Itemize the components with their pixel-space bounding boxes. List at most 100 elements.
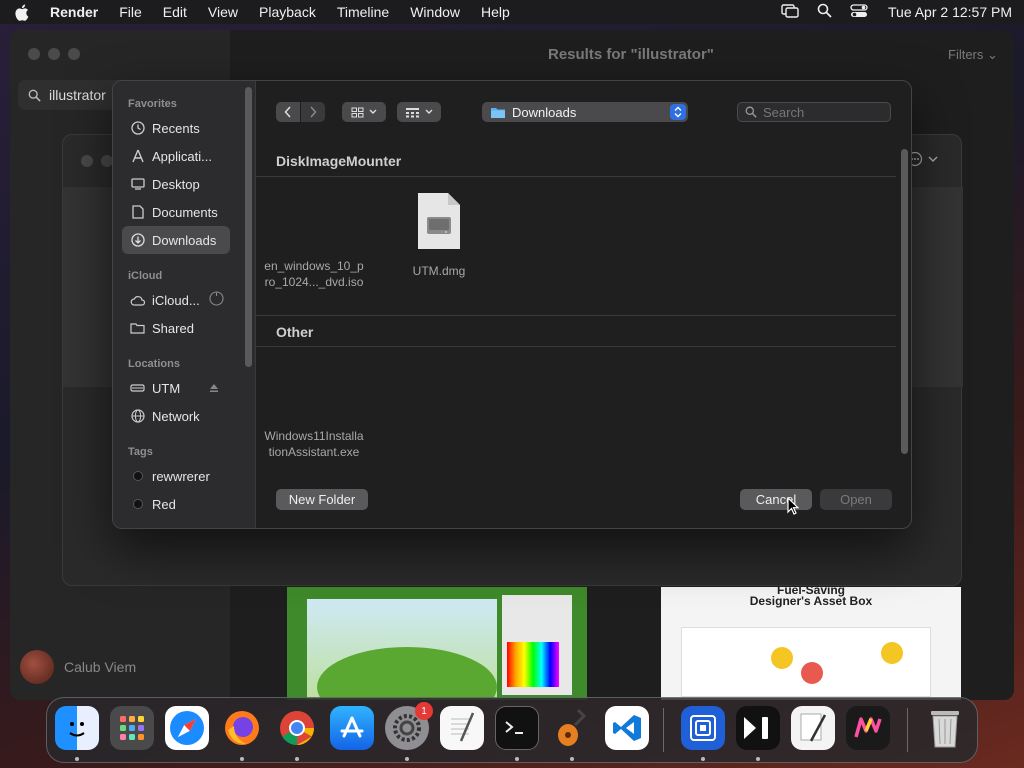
chevron-right-icon — [310, 106, 317, 118]
progress-ring-icon — [209, 291, 224, 309]
sidebar-item-utm[interactable]: UTM — [122, 374, 230, 402]
sidebar-item-label: Network — [152, 408, 200, 424]
navigation-buttons — [276, 102, 325, 122]
sidebar-item-documents[interactable]: Documents — [122, 198, 230, 226]
chrome-icon[interactable] — [275, 706, 319, 750]
avatar — [20, 650, 54, 684]
sidebar-item-label: Downloads — [152, 232, 217, 248]
menu-view[interactable]: View — [208, 4, 238, 20]
file-item-utm-dmg[interactable]: UTM.dmg — [384, 191, 494, 279]
sidebar-item-label: UTM — [152, 380, 181, 396]
search-input[interactable] — [763, 104, 883, 120]
running-indicator — [515, 757, 519, 761]
sidebar-scrollbar[interactable] — [245, 87, 252, 367]
terminal-icon[interactable] — [495, 706, 539, 750]
running-indicator — [240, 757, 244, 761]
background-filters-button[interactable]: Filters ⌄ — [948, 47, 998, 63]
group-by-button[interactable] — [397, 102, 441, 122]
trash-icon[interactable] — [923, 706, 967, 750]
spotlight-search-icon[interactable] — [817, 3, 832, 21]
finder-icon[interactable] — [55, 706, 99, 750]
icon-view-button[interactable] — [342, 102, 386, 122]
miro-icon[interactable] — [846, 706, 890, 750]
file-item-windows10-iso[interactable]: en_windows_10_p ro_1024..._dvd.iso — [259, 258, 369, 290]
sidebar-item-icloud-drive[interactable]: iCloud... — [122, 286, 234, 314]
group-header-diskimagemounter: DiskImageMounter — [256, 145, 896, 177]
folder-icon — [491, 107, 505, 118]
safari-icon[interactable] — [165, 706, 209, 750]
menu-bar: Render File Edit View Playback Timeline … — [0, 0, 1024, 24]
thumbnail-title-line2: Designer's Asset Box — [749, 594, 873, 608]
sidebar-item-desktop[interactable]: Desktop — [122, 170, 230, 198]
system-settings-icon[interactable]: 1 — [385, 702, 433, 750]
applications-icon — [130, 149, 145, 164]
apple-icon[interactable] — [12, 3, 30, 21]
sidebar-item-tag-rewwrerer[interactable]: rewwrerer — [122, 462, 230, 490]
sidebar-item-shared[interactable]: Shared — [122, 314, 230, 342]
firefox-icon[interactable] — [220, 706, 264, 750]
final-cut-icon[interactable] — [736, 706, 780, 750]
sidebar-item-label: Recents — [152, 120, 200, 136]
more-options-icon[interactable] — [907, 151, 943, 171]
sidebar-item-recents[interactable]: Recents — [122, 114, 230, 142]
chevron-down-icon: ⌄ — [987, 47, 998, 62]
filters-label: Filters — [948, 47, 984, 62]
menu-app-name[interactable]: Render — [50, 4, 98, 20]
notification-badge: 1 — [415, 702, 433, 720]
sidebar-item-applications[interactable]: Applicati... — [122, 142, 230, 170]
sidebar-item-label: rewwrerer — [152, 468, 210, 484]
menu-help[interactable]: Help — [481, 4, 510, 20]
app-store-icon[interactable] — [330, 706, 374, 750]
content-scrollbar[interactable] — [901, 149, 908, 454]
cancel-button[interactable]: Cancel — [740, 489, 812, 510]
illustrator-thumbnail-asset-box[interactable]: Fuel-Saving Designer's Asset Box — [661, 587, 961, 700]
sidebar-item-tag-red[interactable]: Red — [122, 490, 230, 518]
menu-file[interactable]: File — [119, 4, 142, 20]
drive-icon — [130, 381, 145, 396]
menu-timeline[interactable]: Timeline — [337, 4, 389, 20]
dialog-footer: New Folder Cancel Open — [256, 470, 911, 528]
background-user-profile[interactable]: Calub Viem — [20, 650, 136, 684]
forward-button[interactable] — [301, 102, 325, 122]
disk-image-icon — [416, 191, 462, 251]
control-center-icon[interactable] — [850, 3, 868, 21]
menu-edit[interactable]: Edit — [163, 4, 187, 20]
file-item-windows11-installer[interactable]: Windows11Installa tionAssistant.exe — [259, 428, 369, 460]
open-button[interactable]: Open — [820, 489, 892, 510]
sidebar-item-network[interactable]: Network — [122, 402, 230, 430]
screen-mirroring-icon[interactable] — [781, 3, 799, 21]
textedit-icon[interactable] — [440, 706, 484, 750]
new-folder-button[interactable]: New Folder — [276, 489, 368, 510]
globe-icon — [130, 409, 145, 424]
launchpad-icon[interactable] — [110, 706, 154, 750]
running-indicator — [570, 757, 574, 761]
utm-icon[interactable] — [681, 706, 725, 750]
menu-clock[interactable]: Tue Apr 2 12:57 PM — [888, 4, 1012, 20]
location-popup-button[interactable]: Downloads — [482, 102, 688, 122]
running-indicator — [405, 757, 409, 761]
back-button[interactable] — [276, 102, 300, 122]
shared-folder-icon — [130, 321, 145, 336]
tag-dot-icon — [132, 499, 143, 509]
clock-icon — [130, 121, 145, 136]
user-name: Calub Viem — [64, 659, 137, 675]
file-name-line: en_windows_10_p — [264, 259, 364, 273]
eject-icon[interactable] — [209, 381, 219, 396]
script-editor-icon[interactable] — [791, 706, 835, 750]
garageband-icon[interactable] — [550, 706, 594, 750]
background-window-controls — [28, 48, 80, 60]
sidebar-section-tags: Tags — [128, 446, 153, 458]
file-name-line: tionAssistant.exe — [268, 445, 360, 459]
vscode-icon[interactable] — [605, 706, 649, 750]
desktop-icon — [130, 177, 145, 192]
group-grid-icon — [406, 107, 419, 117]
dock-separator — [663, 708, 664, 752]
sidebar-item-downloads[interactable]: Downloads — [122, 226, 230, 254]
illustrator-thumbnail-windmill[interactable] — [287, 587, 587, 700]
menu-window[interactable]: Window — [410, 4, 460, 20]
sidebar-section-locations: Locations — [128, 358, 180, 370]
background-search-value: illustrator — [49, 87, 106, 103]
menu-playback[interactable]: Playback — [259, 4, 316, 20]
sidebar-item-label: Shared — [152, 320, 194, 336]
dialog-search-field[interactable] — [737, 102, 891, 122]
